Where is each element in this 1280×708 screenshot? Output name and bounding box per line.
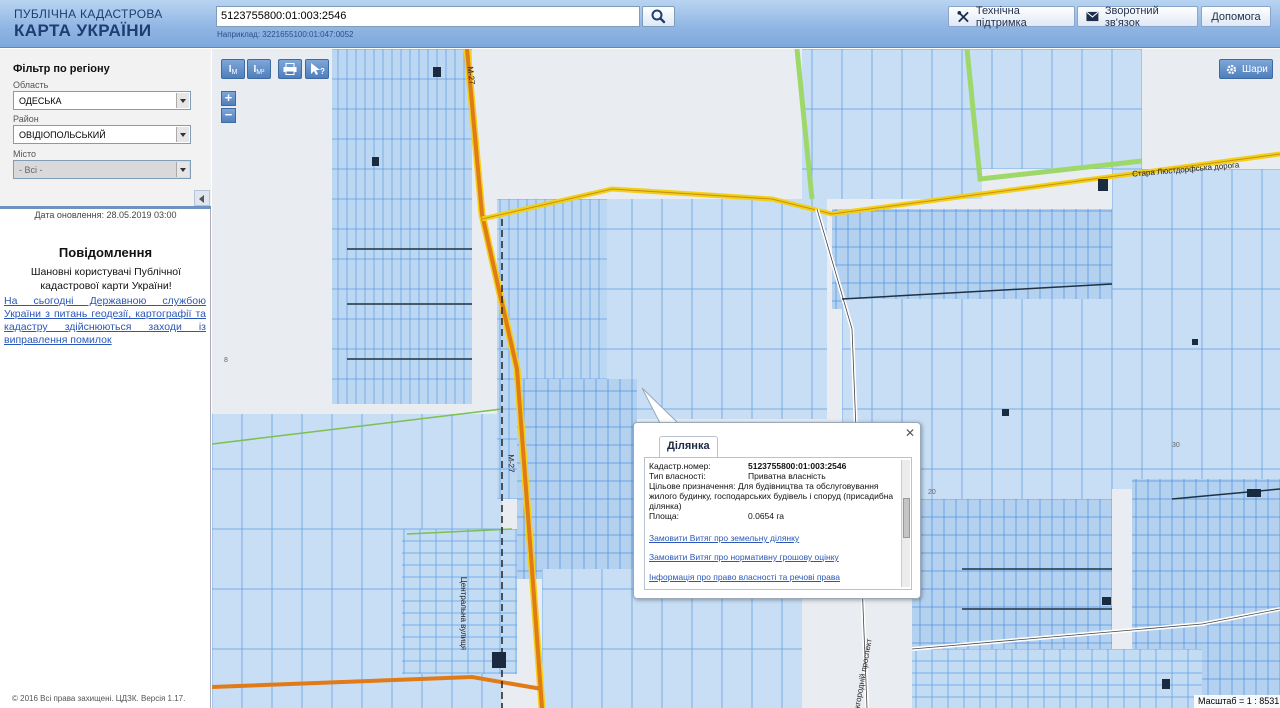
copyright: © 2016 Всі права захищені. ЦДЗК. Версія … — [12, 694, 186, 703]
collapse-sidebar-button[interactable] — [194, 190, 210, 206]
logo-line1: ПУБЛІЧНА КАДАСТРОВА — [14, 7, 163, 21]
print-button[interactable] — [278, 59, 302, 79]
close-icon[interactable]: ✕ — [905, 426, 915, 440]
svg-text:?: ? — [320, 67, 325, 76]
help-label: Допомога — [1211, 10, 1261, 23]
road-label: М-27 — [506, 454, 516, 473]
measure-area-unit: M² — [256, 68, 265, 76]
misto-label: Місто — [13, 149, 37, 159]
tools-icon — [957, 10, 969, 22]
sidebar: Фільтр по регіону Область ОДЕСЬКА Район … — [0, 49, 211, 708]
help-button[interactable]: Допомога — [1201, 6, 1271, 27]
parcel-popup: ✕ Ділянка Кадастр.номер: 5123755800:01:0… — [633, 422, 921, 599]
order-valuation-link[interactable]: Замовити Витяг про нормативну грошову оц… — [649, 552, 839, 562]
oblast-value: ОДЕСЬКА — [19, 96, 62, 106]
search-hint: Наприклад: 3221655100:01:047:0052 — [217, 30, 354, 39]
ownership-info-link[interactable]: Інформація про право власності та речові… — [649, 572, 840, 582]
order-extract-link[interactable]: Замовити Витяг про земельну ділянку — [649, 533, 799, 543]
area-label: Площа: — [649, 511, 679, 521]
feedback-label: Зворотний зв'язок — [1104, 4, 1159, 29]
filter-title: Фільтр по регіону — [13, 63, 110, 75]
misto-value: - Всі - — [19, 165, 43, 175]
rayon-value: ОВІДІОПОЛЬСЬКИЙ — [19, 130, 106, 140]
site-logo[interactable]: ПУБЛІЧНА КАДАСТРОВА КАРТА УКРАЇНИ — [14, 8, 163, 39]
height-label: 30 — [1172, 442, 1180, 449]
ownership-label: Тип власності: — [649, 471, 706, 481]
ownership-value: Приватна власність — [748, 471, 826, 481]
map-canvas[interactable]: 8 20 30 М-27 М-27 Стара Люстдорфська дор… — [212, 49, 1280, 708]
region-filter: Фільтр по регіону Область ОДЕСЬКА Район … — [0, 49, 211, 209]
misto-select[interactable]: - Всі - — [13, 160, 191, 179]
search-input[interactable]: 5123755800:01:003:2546 — [216, 6, 640, 27]
support-label: Технічна підтримка — [975, 4, 1027, 29]
layers-label: Шари — [1242, 63, 1268, 75]
news-title: Повідомлення — [58, 245, 153, 260]
area-value: 0.0654 га — [748, 511, 785, 521]
cadastral-label: Кадастр.номер: — [649, 461, 711, 471]
feedback-button[interactable]: Зворотний зв'язок — [1077, 4, 1198, 29]
header: ПУБЛІЧНА КАДАСТРОВА КАРТА УКРАЇНИ 512375… — [0, 0, 1280, 48]
mail-icon — [1086, 11, 1099, 22]
road-label: М-27 — [465, 65, 477, 86]
purpose-row: Цільове призначення: Для будівництва та … — [649, 481, 899, 511]
update-date: Дата оновлення: 28.05.2019 03:00 — [34, 210, 177, 220]
chevron-down-icon — [176, 162, 189, 177]
zoom-out-button[interactable]: − — [221, 108, 236, 123]
logo-line2: КАРТА УКРАЇНИ — [14, 21, 152, 40]
printer-icon — [283, 63, 297, 75]
rayon-label: Район — [13, 114, 39, 124]
scroll-thumb[interactable] — [903, 498, 910, 538]
popup-pointer — [641, 387, 680, 424]
height-label: 8 — [224, 357, 228, 364]
gear-icon — [1226, 64, 1237, 74]
zoom-in-button[interactable]: + — [221, 91, 236, 106]
measure-area-button[interactable]: I M² — [247, 59, 271, 79]
support-button[interactable]: Технічна підтримка — [948, 4, 1075, 29]
chevron-down-icon — [176, 127, 189, 142]
measure-distance-button[interactable]: IM — [221, 59, 245, 79]
parcel-info-panel: Кадастр.номер: 5123755800:01:003:2546 Ти… — [644, 457, 912, 590]
popup-scrollbar[interactable] — [901, 460, 910, 587]
cadastral-value: 5123755800:01:003:2546 — [748, 461, 847, 471]
scale-indicator: Масштаб = 1 : 8531 — [1194, 695, 1280, 708]
news-link[interactable]: На сьогодні Державною службою України з … — [4, 295, 206, 347]
chevron-down-icon — [176, 93, 189, 108]
height-label: 20 — [928, 489, 936, 496]
oblast-label: Область — [13, 80, 49, 90]
measure-unit: M — [231, 68, 238, 76]
cursor-question-icon: ? — [311, 63, 325, 76]
tab-parcel[interactable]: Ділянка — [659, 436, 718, 457]
purpose-label: Цільове призначення: — [649, 481, 736, 491]
road-label: Центральна вулиця — [459, 576, 469, 651]
search-icon — [651, 9, 666, 24]
search-button[interactable] — [642, 6, 675, 27]
oblast-select[interactable]: ОДЕСЬКА — [13, 91, 191, 110]
identify-button[interactable]: ? — [305, 59, 329, 79]
news-greeting: Шановні користувачі Публічної кадастрово… — [30, 266, 182, 292]
layers-button[interactable]: Шари — [1219, 59, 1273, 79]
cadastral-map[interactable]: 8 20 30 — [212, 49, 1280, 708]
rayon-select[interactable]: ОВІДІОПОЛЬСЬКИЙ — [13, 125, 191, 144]
